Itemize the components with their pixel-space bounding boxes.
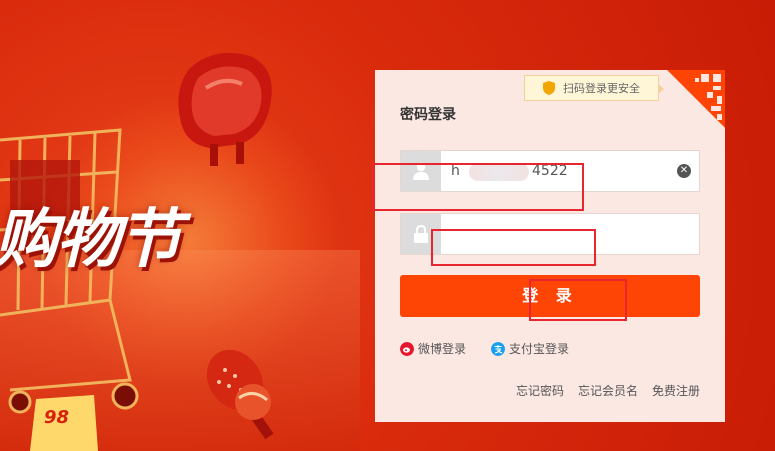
password-login-title: 密码登录 (400, 107, 456, 123)
promo-badge: 98 (30, 395, 100, 451)
qr-login-tip[interactable]: 扫码登录更安全 (524, 75, 664, 101)
promo-title: 购物节 (0, 203, 182, 277)
weibo-login-label: 微博登录 (418, 342, 467, 356)
register-link[interactable]: 免费注册 (652, 382, 700, 399)
alipay-login-link[interactable]: 支付宝登录 (491, 340, 569, 357)
promo-badge-text: 98 (44, 407, 70, 428)
annotation-box-login-button (529, 279, 627, 321)
qr-code-icon (667, 70, 725, 128)
promo-banner: 购物节 98 (0, 0, 360, 451)
footer-links: 忘记密码 忘记会员名 免费注册 (516, 382, 700, 399)
forgot-password-link[interactable]: 忘记密码 (516, 382, 564, 399)
racket-illustration (206, 349, 274, 440)
alipay-login-label: 支付宝登录 (509, 342, 570, 356)
annotation-box-password (431, 229, 596, 266)
chair-illustration (178, 52, 272, 166)
alipay-icon (491, 341, 505, 356)
qr-code-toggle[interactable] (667, 70, 725, 128)
weibo-login-link[interactable]: 微博登录 (400, 340, 466, 357)
forgot-username-link[interactable]: 忘记会员名 (578, 382, 638, 399)
shield-icon (543, 81, 555, 95)
clear-input-icon[interactable]: ✕ (677, 164, 691, 178)
qr-login-tip-text: 扫码登录更安全 (563, 82, 640, 95)
annotation-box-username (372, 163, 584, 211)
weibo-icon (400, 341, 414, 356)
